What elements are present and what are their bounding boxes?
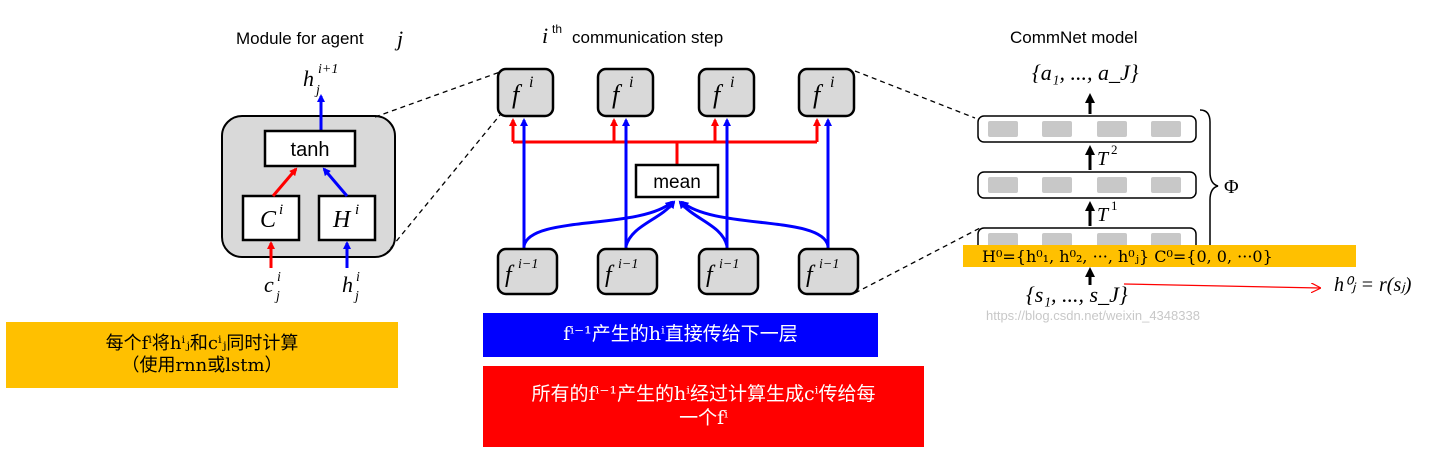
f-bottom-4: f i−1 [797,247,860,296]
red-note: 所有的fⁱ⁻¹产生的hⁱ经过计算生成cⁱ传给每 一个fⁱ [483,366,924,447]
c-input-label: c [264,272,274,297]
f-bottom-4-sup: i−1 [819,257,839,272]
f-top-1: f i [496,67,555,118]
zoom-connector-top-right [854,70,976,119]
layer-middle-cell-3 [1097,177,1127,193]
f-top-2-sup: i [629,74,633,91]
blue-curve-f4 [680,200,830,247]
f-bottom-3-sup: i−1 [719,257,739,272]
f-top-3-sup: i [730,74,734,91]
zoom-connector-top-left [374,71,501,118]
blue-curve-f3 [678,200,729,247]
yellow-note-line1: 每个fⁱ将hⁱⱼ和cⁱⱼ同时计算 [105,332,299,354]
layer-top-cell-1 [988,121,1018,137]
h-input-sub: j [353,289,359,304]
yellow-note-line2: （使用rnn或lstm） [121,355,283,376]
h-box-sup: i [355,202,359,218]
blue-note-text: fⁱ⁻¹产生的hⁱ直接传给下一层 [563,323,798,346]
comm-title-var: i [542,23,548,48]
phi-brace [1199,109,1219,263]
t2-sup: 2 [1111,142,1118,157]
layer-top-cell-2 [1042,121,1072,137]
comm-step-panel: i th communication step mean f i f i f i… [496,22,860,296]
commnet-title: CommNet model [1010,28,1138,47]
module-output-sup: i+1 [318,62,338,77]
c-input-sub: j [274,289,280,304]
layer-middle-cell-1 [988,177,1018,193]
t1-sup: 1 [1111,198,1118,213]
module-output-label: h [303,66,314,91]
f-bottom-2: f i−1 [596,247,659,296]
layer-top-cell-3 [1097,121,1127,137]
commnet-panel: CommNet model {a₁, ..., a_J} T 2 T 1 Φ H… [963,28,1412,323]
h-input-label: h [342,272,353,297]
blue-note: fⁱ⁻¹产生的hⁱ直接传给下一层 [483,313,878,357]
c-input-sup: i [277,270,281,285]
tanh-label: tanh [291,139,330,161]
layer-middle-cell-2 [1042,177,1072,193]
h-box-label: H [332,207,352,233]
f-top-4-sup: i [830,74,834,91]
comm-title-sup: th [552,22,562,36]
f-top-3: f i [697,67,756,118]
red-note-line2: 一个fⁱ [679,406,728,429]
f-top-2: f i [596,67,655,118]
mean-label: mean [653,172,701,193]
h0-arrow [1123,284,1320,288]
phi-label: Φ [1224,176,1239,198]
h0-band-label: H⁰={h⁰₁, h⁰₂, ···, h⁰ⱼ} C⁰={0, 0, ···0} [982,247,1273,266]
commnet-input-set: {s₁, ..., s_J} [1026,282,1128,307]
f-bottom-2-sup: i−1 [618,257,638,272]
f-top-1-sup: i [529,74,533,91]
yellow-note: 每个fⁱ将hⁱⱼ和cⁱⱼ同时计算 （使用rnn或lstm） [6,322,398,388]
zoom-connector-bottom-right [854,227,981,294]
commnet-output-set: {a₁, ..., a_J} [1032,60,1139,85]
f-bottom-1-sup: i−1 [518,257,538,272]
module-output-sub: j [314,83,320,98]
module-title: Module for agent [236,29,364,48]
h-input-sup: i [356,270,360,285]
t1-label: T [1097,204,1110,226]
f-bottom-3: f i−1 [697,247,760,296]
f-top-4: f i [797,67,856,118]
comm-title: communication step [572,28,723,47]
h0-equation: h⁰ⱼ = r(sⱼ) [1334,274,1412,296]
f-bottom-1: f i−1 [496,247,559,296]
blue-curve-f1 [522,200,674,247]
t2-label: T [1097,148,1110,170]
module-panel: Module for agent j h i+1 j tanh C i H i … [221,26,403,304]
c-box-label: C [260,207,277,233]
c-box-sup: i [279,202,283,218]
watermark: https://blog.csdn.net/weixin_4348338 [986,308,1200,323]
layer-top-cell-4 [1151,121,1181,137]
module-title-var: j [394,26,403,51]
red-note-line1: 所有的fⁱ⁻¹产生的hⁱ经过计算生成cⁱ传给每 [531,382,876,405]
layer-middle-cell-4 [1151,177,1181,193]
blue-curve-f2 [624,200,676,247]
zoom-connector-bottom-left [384,114,501,256]
